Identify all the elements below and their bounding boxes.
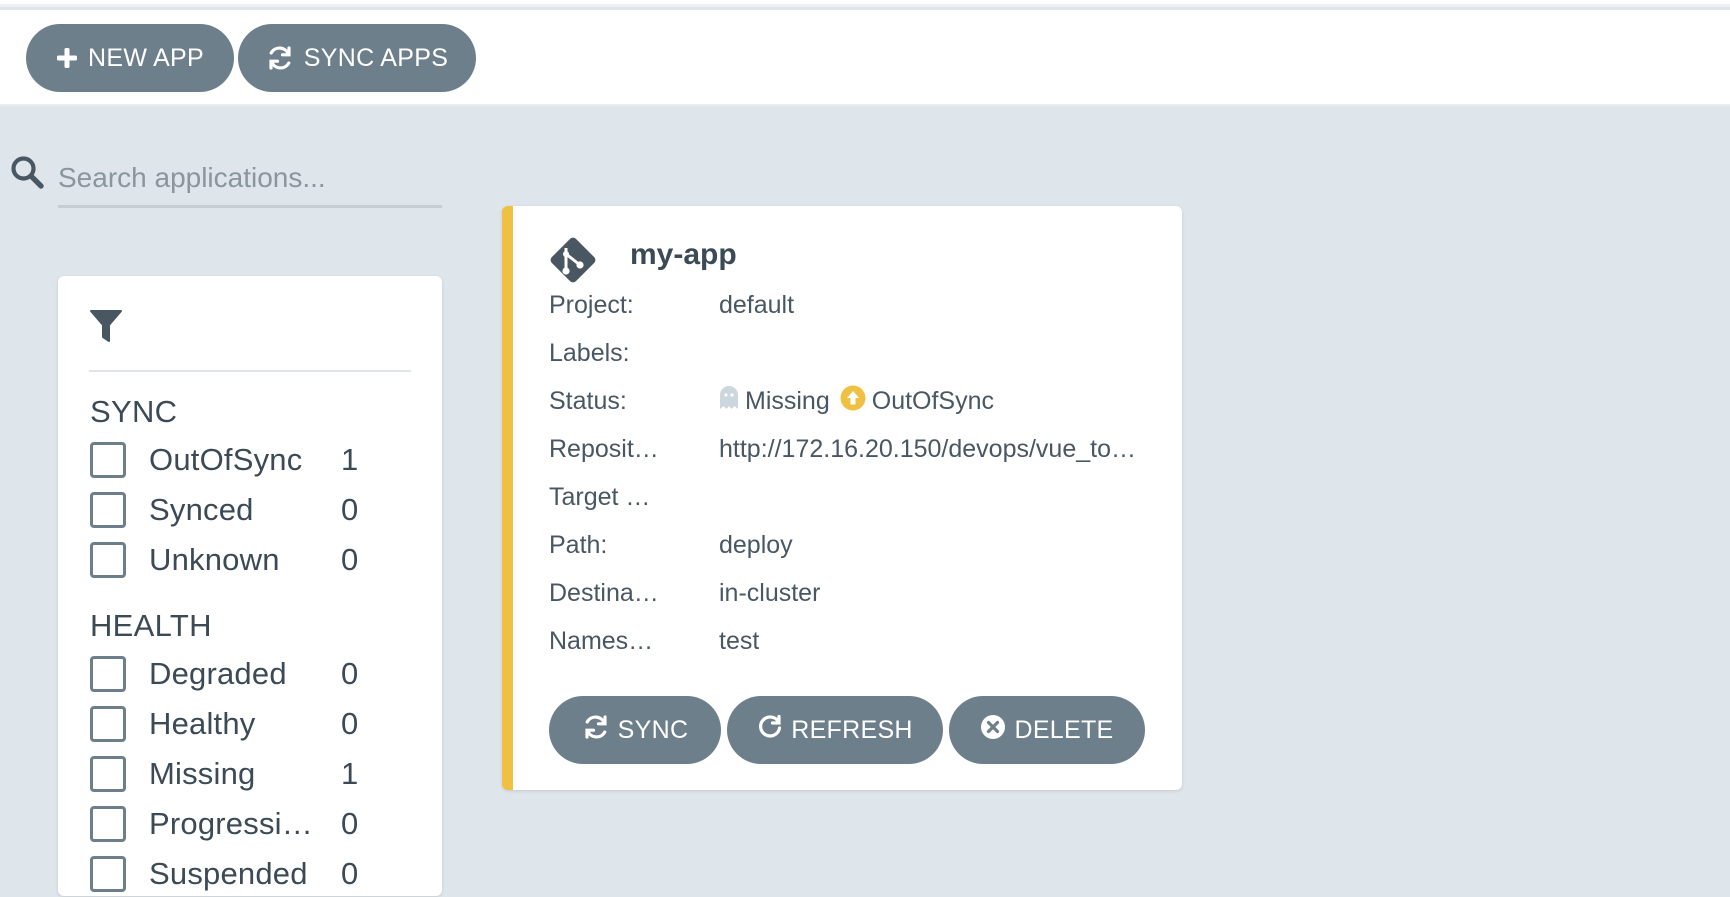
arrow-up-circle-icon	[840, 385, 866, 418]
filter-icon	[89, 308, 123, 349]
project-key: Project:	[549, 290, 634, 319]
filter-option-label: Missing	[149, 756, 256, 791]
git-icon	[547, 234, 599, 291]
sync-icon	[266, 44, 294, 72]
sync-status-text: OutOfSync	[871, 386, 995, 415]
new-app-label: NEW APP	[87, 43, 205, 72]
sync-button-label: SYNC	[617, 715, 689, 744]
filter-option-label: Suspended	[149, 856, 308, 891]
filter-option-degraded[interactable]: Degraded 0	[90, 651, 420, 697]
filter-option-missing[interactable]: Missing 1	[90, 751, 420, 797]
filter-option-count: 0	[341, 542, 359, 577]
status-value: Missing OutOfSync	[719, 385, 994, 418]
toolbar: NEW APP SYNC APPS	[0, 10, 1730, 106]
status-row: Status: Missing OutOfSync	[549, 385, 1169, 418]
app-card[interactable]: my-app Project: default Labels: Status: …	[502, 206, 1182, 790]
filter-option-label: Healthy	[149, 706, 256, 741]
ghost-icon	[719, 385, 739, 417]
labels-key: Labels:	[549, 338, 630, 367]
namespace-row: Names… test	[549, 626, 1169, 656]
namespace-value: test	[719, 626, 760, 655]
filter-option-count: 0	[341, 806, 359, 841]
times-circle-icon	[980, 714, 1006, 747]
filter-option-label: Degraded	[149, 656, 287, 691]
app-name: my-app	[630, 238, 737, 271]
destination-key: Destina…	[549, 578, 659, 607]
target-row: Target …	[549, 482, 1169, 512]
missing-checkbox[interactable]	[90, 756, 126, 792]
filter-option-label: OutOfSync	[149, 442, 303, 477]
filter-panel: SYNC OutOfSync 1 Synced 0 Unknown 0 HEAL…	[58, 276, 442, 896]
healthy-checkbox[interactable]	[90, 706, 126, 742]
delete-button[interactable]: DELETE	[949, 696, 1145, 764]
destination-value: in-cluster	[719, 578, 821, 607]
health-status-text: Missing	[745, 386, 830, 415]
sync-button[interactable]: SYNC	[549, 696, 721, 764]
outofsync-checkbox[interactable]	[90, 442, 126, 478]
suspended-checkbox[interactable]	[90, 856, 126, 892]
repository-value: http://172.16.20.150/devops/vue_to…	[719, 434, 1136, 463]
unknown-checkbox[interactable]	[90, 542, 126, 578]
sync-apps-label: SYNC APPS	[303, 43, 449, 72]
health-filter-title: HEALTH	[90, 608, 212, 643]
repository-row: Reposit… http://172.16.20.150/devops/vue…	[549, 434, 1169, 464]
search-icon	[10, 155, 44, 194]
filter-option-unknown[interactable]: Unknown 0	[90, 537, 420, 583]
search-input[interactable]	[58, 150, 442, 208]
refresh-button[interactable]: REFRESH	[727, 696, 943, 764]
filter-option-outofsync[interactable]: OutOfSync 1	[90, 437, 420, 483]
sync-filter-title: SYNC	[90, 394, 178, 429]
project-value: default	[719, 290, 795, 319]
destination-row: Destina… in-cluster	[549, 578, 1169, 608]
status-key: Status:	[549, 386, 627, 415]
path-key: Path:	[549, 530, 608, 559]
filter-option-synced[interactable]: Synced 0	[90, 487, 420, 533]
filter-divider	[89, 370, 411, 372]
filter-option-suspended[interactable]: Suspended 0	[90, 851, 420, 897]
refresh-icon	[757, 714, 783, 747]
plus-icon	[56, 47, 78, 69]
filter-option-count: 0	[341, 492, 359, 527]
top-border	[0, 0, 1730, 7]
path-value: deploy	[719, 530, 793, 559]
filter-option-count: 0	[341, 856, 359, 891]
filter-option-count: 0	[341, 706, 359, 741]
filter-option-count: 1	[341, 756, 359, 791]
sync-apps-button[interactable]: SYNC APPS	[238, 24, 476, 92]
filter-option-label: Unknown	[149, 542, 280, 577]
filter-option-progressing[interactable]: Progressi… 0	[90, 801, 420, 847]
project-row: Project: default	[549, 290, 1169, 320]
repository-key: Reposit…	[549, 434, 659, 463]
synced-checkbox[interactable]	[90, 492, 126, 528]
path-row: Path: deploy	[549, 530, 1169, 560]
target-key: Target …	[549, 482, 651, 511]
sync-icon	[582, 713, 610, 748]
filter-option-count: 0	[341, 656, 359, 691]
degraded-checkbox[interactable]	[90, 656, 126, 692]
refresh-button-label: REFRESH	[791, 715, 913, 744]
labels-row: Labels:	[549, 338, 1169, 368]
namespace-key: Names…	[549, 626, 654, 655]
filter-option-count: 1	[341, 442, 359, 477]
filter-option-label: Synced	[149, 492, 254, 527]
filter-option-healthy[interactable]: Healthy 0	[90, 701, 420, 747]
delete-button-label: DELETE	[1014, 715, 1114, 744]
progressing-checkbox[interactable]	[90, 806, 126, 842]
filter-option-label: Progressi…	[149, 806, 313, 841]
new-app-button[interactable]: NEW APP	[26, 24, 234, 92]
